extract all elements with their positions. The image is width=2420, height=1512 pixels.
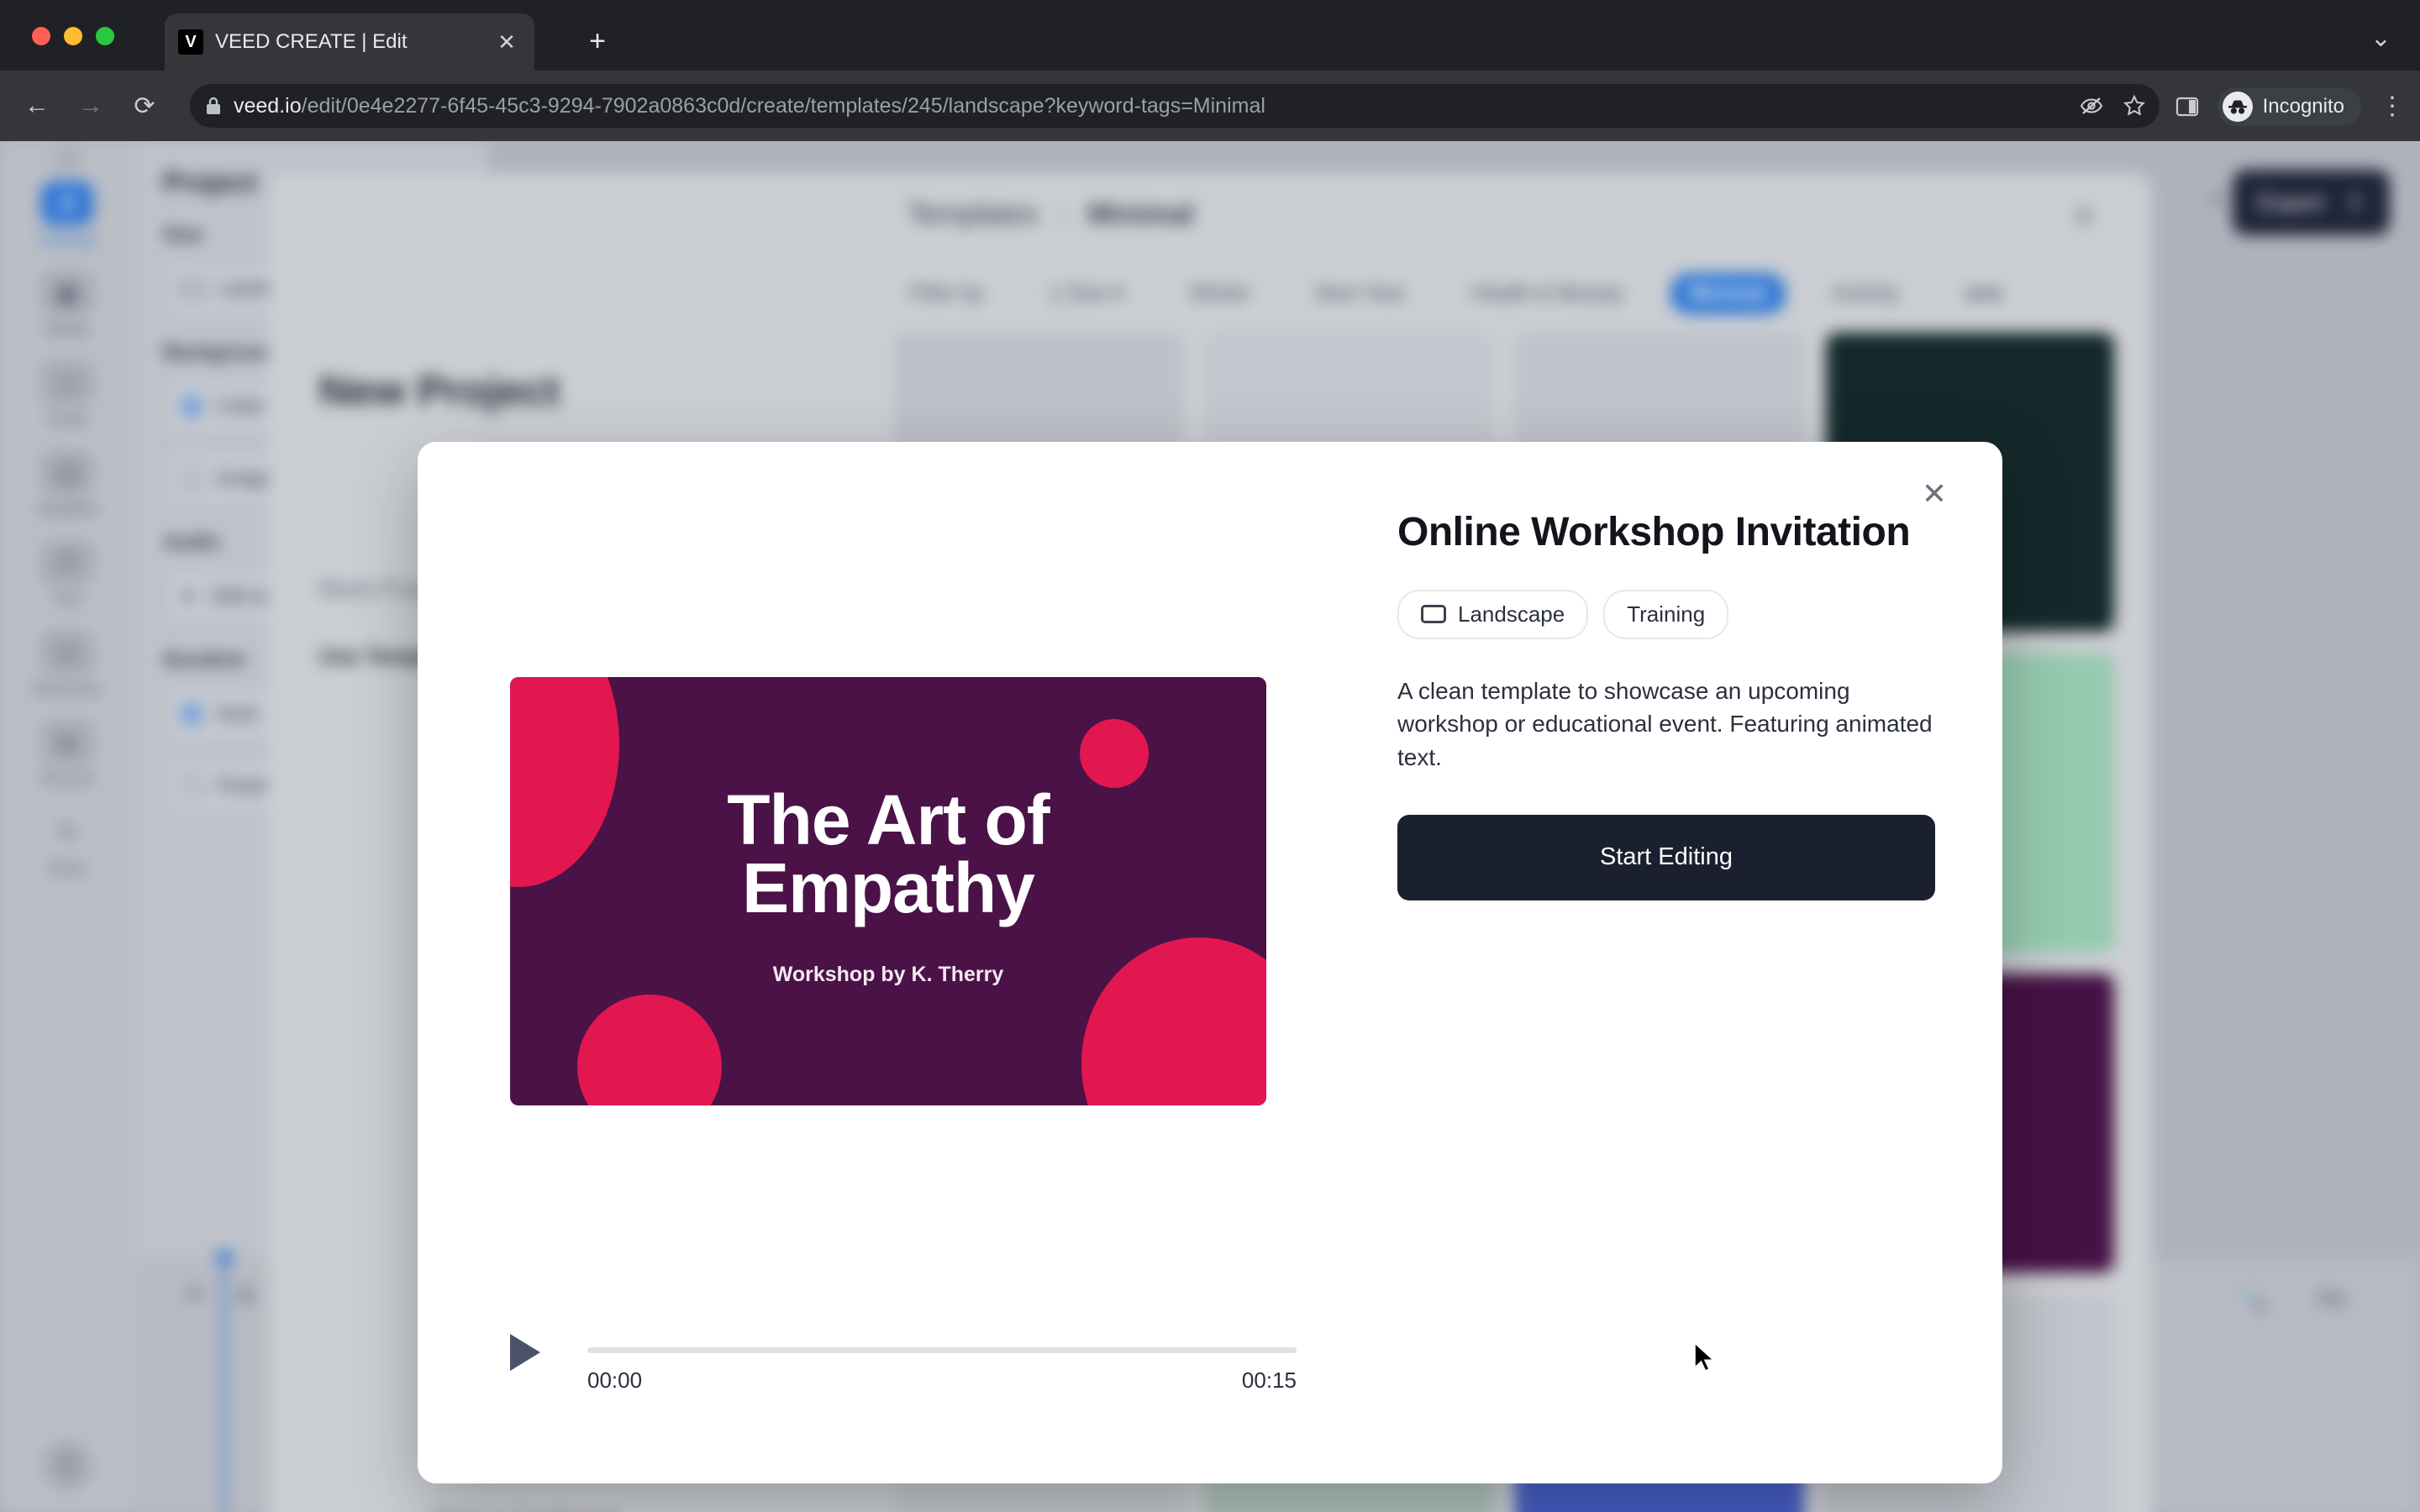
url-domain: veed.io: [234, 93, 302, 118]
side-panel-icon[interactable]: [2175, 96, 2199, 118]
tag-label: Landscape: [1458, 601, 1565, 627]
close-window-button[interactable]: [32, 27, 50, 45]
close-icon[interactable]: ✕: [1922, 479, 1947, 509]
bookmark-star-icon[interactable]: [2123, 94, 2146, 118]
total-time: 00:15: [1241, 1368, 1297, 1393]
new-tab-button[interactable]: +: [580, 25, 615, 60]
tab-title: VEED CREATE | Edit: [215, 30, 408, 53]
page-viewport: ⚙ Settings ▣ Media ♪ Audio ◫ Subtitles T: [0, 141, 2420, 1512]
url-path: /edit/0e4e2277-6f45-45c3-9294-7902a0863c…: [301, 93, 1265, 118]
start-editing-button[interactable]: Start Editing: [1397, 814, 1935, 900]
tag-landscape[interactable]: Landscape: [1397, 589, 1589, 639]
decorative-circle: [577, 995, 722, 1105]
chrome-menu-icon[interactable]: ⋮: [2380, 94, 2405, 119]
browser-tab[interactable]: V VEED CREATE | Edit ✕: [165, 13, 534, 71]
progress-track[interactable]: [587, 1347, 1297, 1353]
modal-preview-column: The Art of Empathy Workshop by K. Therry…: [418, 442, 1397, 1483]
incognito-label: Incognito: [2262, 95, 2344, 118]
browser-window: V VEED CREATE | Edit ✕ + ⌄ ← → ⟳ veed.io…: [0, 0, 2420, 1512]
lock-icon: [205, 96, 222, 116]
tag-label: Training: [1627, 601, 1706, 627]
address-bar[interactable]: veed.io/edit/0e4e2277-6f45-45c3-9294-790…: [190, 84, 2160, 128]
back-icon[interactable]: ←: [18, 87, 55, 124]
template-preview[interactable]: The Art of Empathy Workshop by K. Therry: [510, 677, 1266, 1105]
incognito-profile-chip[interactable]: Incognito: [2217, 87, 2361, 126]
preview-subtitle: Workshop by K. Therry: [772, 963, 1004, 986]
tab-list-chevron-down-icon[interactable]: ⌄: [2370, 24, 2391, 53]
landscape-icon: [1421, 605, 1446, 624]
tab-strip: V VEED CREATE | Edit ✕ + ⌄: [0, 0, 2420, 71]
template-description: A clean template to showcase an upcoming…: [1397, 677, 1933, 771]
chrome-right-actions: Incognito ⋮: [2175, 87, 2405, 126]
decorative-circle: [1080, 719, 1149, 788]
window-traffic-lights: [32, 27, 114, 45]
play-icon[interactable]: [510, 1334, 540, 1371]
browser-toolbar: ← → ⟳ veed.io/edit/0e4e2277-6f45-45c3-92…: [0, 71, 2420, 141]
template-tags: Landscape Training: [1397, 589, 1935, 639]
omnibox-actions: [2079, 94, 2146, 118]
preview-frame: The Art of Empathy Workshop by K. Therry: [510, 677, 1266, 1105]
tag-training[interactable]: Training: [1603, 589, 1729, 639]
maximize-window-button[interactable]: [96, 27, 114, 45]
eye-slash-icon[interactable]: [2079, 95, 2104, 117]
mouse-pointer-icon: [1694, 1342, 1716, 1373]
reload-icon[interactable]: ⟳: [126, 87, 163, 124]
template-detail-modal: The Art of Empathy Workshop by K. Therry…: [418, 442, 2002, 1483]
current-time: 00:00: [587, 1368, 643, 1393]
video-player-controls: 00:00 00:15: [510, 1319, 1297, 1403]
url-text: veed.io/edit/0e4e2277-6f45-45c3-9294-790…: [234, 94, 1265, 118]
preview-title-line-2: Empathy: [742, 848, 1035, 927]
minimize-window-button[interactable]: [64, 27, 82, 45]
veed-favicon: V: [178, 29, 203, 55]
forward-icon[interactable]: →: [72, 87, 109, 124]
modal-info-column: ✕ Online Workshop Invitation Landscape T…: [1397, 442, 2002, 1483]
preview-title-line-1: The Art of: [727, 780, 1050, 859]
close-tab-icon[interactable]: ✕: [492, 28, 521, 56]
page-title: Online Workshop Invitation: [1397, 510, 1911, 554]
incognito-icon: [2222, 92, 2253, 122]
time-row: 00:00 00:15: [587, 1368, 1297, 1394]
preview-title: The Art of Empathy: [510, 780, 1266, 927]
